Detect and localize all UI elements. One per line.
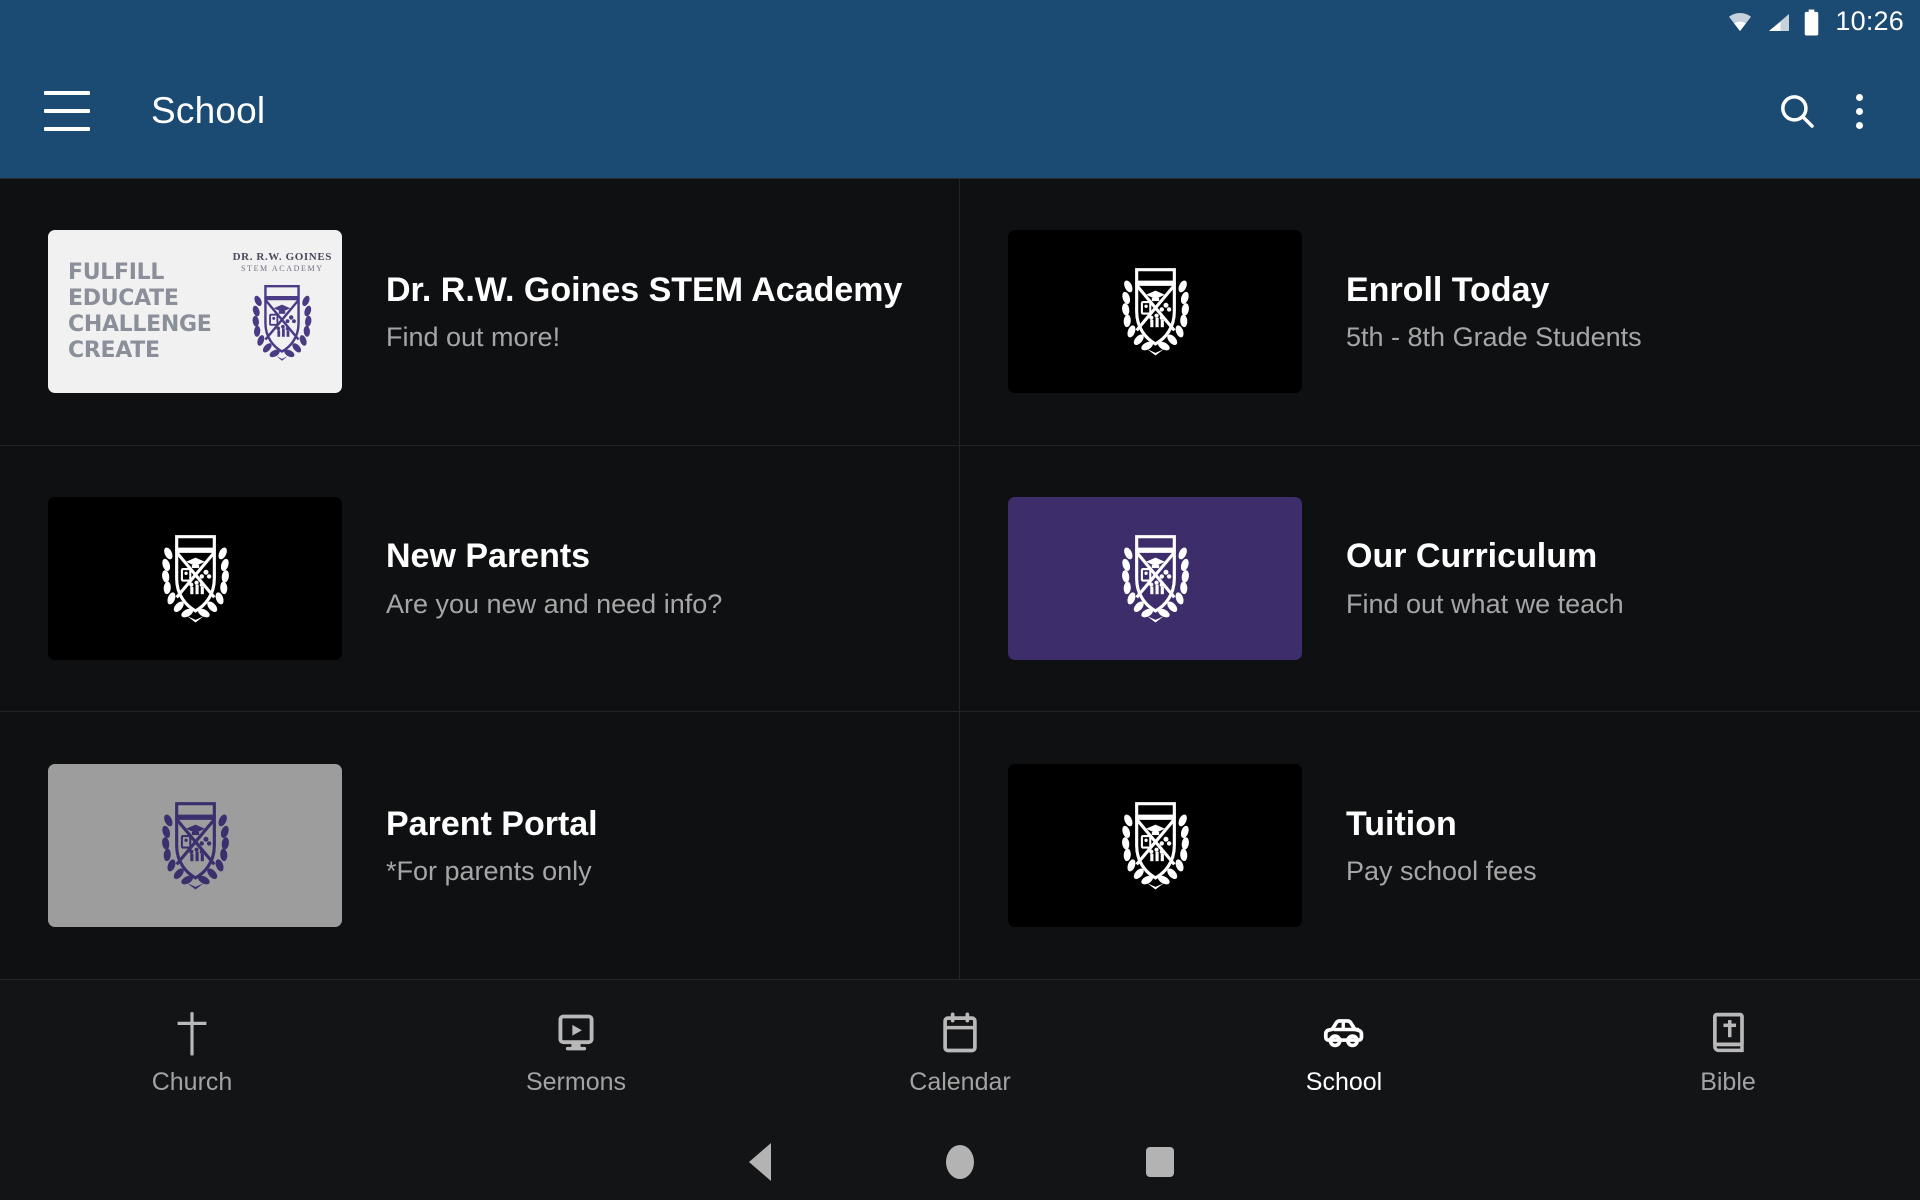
tile-text: Parent Portal *For parents only (386, 805, 598, 887)
school-crest-logo (161, 535, 229, 623)
grid-item-tuition[interactable]: Tuition Pay school fees (960, 712, 1920, 979)
status-bar-clock: 10:26 (1835, 5, 1904, 36)
overflow-menu-button[interactable] (1828, 80, 1890, 142)
promo-word: EDUCATE (68, 286, 179, 312)
wifi-icon (1729, 13, 1752, 31)
battery-icon (1805, 9, 1819, 35)
school-crest-logo: DR. R.W. GOINES STEM ACADEMY (233, 251, 332, 373)
promo-word: CREATE (68, 337, 160, 363)
tile-title: Enroll Today (1346, 270, 1550, 309)
tab-school[interactable]: School (1152, 1009, 1536, 1095)
car-icon (1318, 1009, 1370, 1057)
grid-item-enroll-today[interactable]: Enroll Today 5th - 8th Grade Students (960, 179, 1920, 446)
tile-subtitle: Pay school fees (1346, 855, 1537, 886)
school-crest-logo (161, 802, 229, 890)
tile-thumbnail (1008, 764, 1302, 928)
app-root: 10:26 School FULFILL EDUCATE CHALLENGE C… (0, 0, 1920, 1200)
hamburger-menu-icon[interactable] (44, 91, 90, 131)
recents-button[interactable] (1060, 1147, 1260, 1177)
more-vertical-icon (1855, 93, 1863, 129)
tile-text: New Parents Are you new and need info? (386, 537, 722, 619)
grid-item-our-curriculum[interactable]: Our Curriculum Find out what we teach (960, 446, 1920, 713)
tile-text: Enroll Today 5th - 8th Grade Students (1346, 271, 1642, 353)
tab-label: Bible (1700, 1068, 1756, 1096)
tab-sermons[interactable]: Sermons (384, 1009, 768, 1095)
back-button[interactable] (660, 1143, 860, 1181)
tile-title: New Parents (386, 537, 591, 576)
school-tile-grid: FULFILL EDUCATE CHALLENGE CREATE DR. R.W… (0, 178, 1920, 979)
grid-item-new-parents[interactable]: New Parents Are you new and need info? (0, 445, 960, 713)
home-circle-icon (946, 1145, 974, 1179)
tab-label: Church (151, 1068, 233, 1096)
calendar-icon (939, 1009, 981, 1057)
tile-thumbnail: FULFILL EDUCATE CHALLENGE CREATE DR. R.W… (48, 230, 342, 394)
cellular-signal-icon (1769, 14, 1790, 31)
school-crest-logo (1121, 268, 1189, 356)
school-crest-logo (1121, 535, 1189, 623)
android-navigation-bar (0, 1124, 1920, 1200)
tab-bible[interactable]: Bible (1536, 1009, 1920, 1095)
crest-title-line1: DR. R.W. GOINES (232, 250, 332, 263)
tile-title: Parent Portal (386, 804, 598, 843)
recents-square-icon (1146, 1147, 1174, 1177)
tile-thumbnail (1008, 230, 1302, 394)
page-title: School (151, 90, 266, 131)
tile-text: Our Curriculum Find out what we teach (1346, 537, 1624, 619)
cross-icon (172, 1009, 212, 1057)
tile-subtitle: Are you new and need info? (386, 588, 723, 619)
crest-shield-icon (252, 284, 312, 361)
tile-thumbnail (1008, 496, 1302, 660)
tab-church[interactable]: Church (0, 1009, 384, 1095)
tile-text: Tuition Pay school fees (1346, 805, 1537, 887)
bible-book-icon (1707, 1009, 1749, 1057)
tab-calendar[interactable]: Calendar (768, 1009, 1152, 1095)
bottom-tab-bar: Church Sermons Calendar School Bible (0, 979, 1920, 1124)
video-play-icon (554, 1009, 598, 1057)
promo-word: CHALLENGE (68, 311, 212, 337)
tile-subtitle: 5th - 8th Grade Students (1346, 321, 1642, 352)
back-triangle-icon (749, 1143, 771, 1181)
tile-thumbnail (48, 764, 342, 928)
status-bar-icons: 10:26 (1725, 5, 1904, 37)
tab-label: Sermons (525, 1068, 627, 1096)
tile-subtitle: Find out what we teach (1346, 588, 1624, 619)
home-button[interactable] (860, 1145, 1060, 1179)
tile-subtitle: Find out more! (386, 321, 561, 352)
tab-label: Calendar (909, 1068, 1011, 1096)
tile-text: Dr. R.W. Goines STEM Academy Find out mo… (386, 271, 902, 353)
crest-title-line2: STEM ACADEMY (241, 263, 324, 273)
school-crest-logo (1121, 802, 1189, 890)
tile-thumbnail (48, 496, 342, 660)
tile-title: Tuition (1346, 804, 1457, 843)
tile-title: Our Curriculum (1346, 537, 1598, 576)
grid-item-parent-portal[interactable]: Parent Portal *For parents only (0, 712, 960, 979)
promo-word: FULFILL (68, 260, 165, 286)
status-bar: 10:26 (0, 0, 1920, 44)
search-icon (1781, 95, 1814, 128)
tab-label: School (1305, 1068, 1383, 1096)
grid-item-dr-rw-goines-stem-academy[interactable]: FULFILL EDUCATE CHALLENGE CREATE DR. R.W… (0, 179, 960, 446)
tile-title: Dr. R.W. Goines STEM Academy (386, 270, 903, 309)
tile-subtitle: *For parents only (386, 855, 592, 886)
promo-words: FULFILL EDUCATE CHALLENGE CREATE (68, 260, 212, 363)
app-bar: School (0, 44, 1920, 178)
search-button[interactable] (1766, 80, 1828, 142)
